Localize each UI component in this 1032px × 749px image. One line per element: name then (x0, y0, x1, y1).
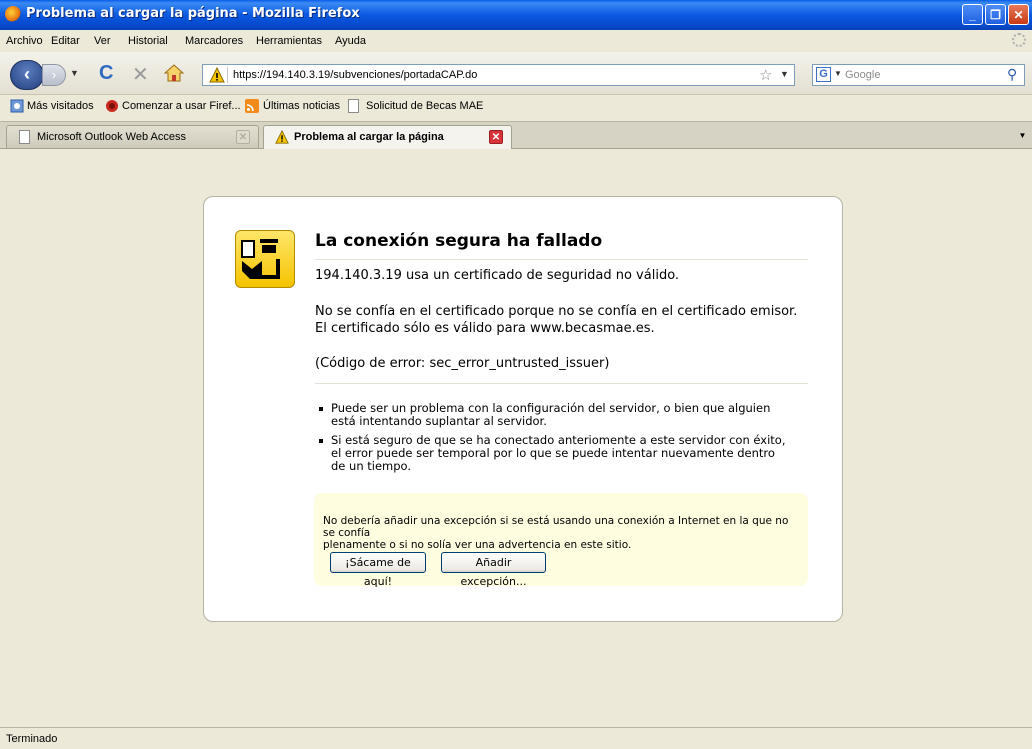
status-text: Terminado (6, 733, 58, 745)
tab-problem-loading[interactable]: Problema al cargar la página ✕ (263, 125, 512, 149)
rss-feed-icon (245, 99, 259, 113)
google-engine-icon[interactable]: G (816, 67, 831, 82)
url-text[interactable]: https://194.140.3.19/subvenciones/portad… (233, 69, 477, 81)
close-tab-icon[interactable]: ✕ (489, 130, 503, 144)
menu-ver[interactable]: Ver (94, 35, 111, 47)
warning-icon (209, 67, 225, 83)
minimize-button[interactable]: _ (962, 4, 983, 25)
menu-herramientas[interactable]: Herramientas (256, 35, 322, 47)
error-explanations: Puede ser un problema con la configuraci… (317, 402, 786, 473)
tab-label: Microsoft Outlook Web Access (37, 131, 186, 143)
warning-icon (275, 130, 289, 144)
list-item: Puede ser un problema con la configuraci… (317, 402, 786, 428)
search-bar[interactable]: G ▼ Google ⚲ (812, 64, 1025, 86)
history-dropdown-icon[interactable]: ▼ (70, 68, 79, 78)
page-icon (348, 99, 359, 113)
add-exception-button[interactable]: Añadir excepción... (441, 552, 546, 588)
bookmark-latest-news[interactable]: Últimas noticias (263, 100, 340, 112)
url-dropdown-icon[interactable]: ▼ (780, 69, 789, 79)
menu-bar: Archivo Editar Ver Historial Marcadores … (0, 30, 1032, 52)
error-summary: 194.140.3.19 usa un certificado de segur… (315, 268, 680, 283)
security-guard-icon (235, 230, 295, 288)
close-window-button[interactable]: ✕ (1008, 4, 1029, 25)
exception-advisory: No debería añadir una excepción si se es… (314, 493, 808, 588)
bookmarks-toolbar: Más visitados Comenzar a usar Firef... Ú… (0, 95, 1032, 119)
bookmark-becas-mae[interactable]: Solicitud de Becas MAE (366, 100, 483, 112)
stop-icon[interactable]: ✕ (132, 62, 149, 87)
error-code: (Código de error: sec_error_untrusted_is… (315, 356, 610, 371)
home-icon[interactable] (164, 64, 184, 82)
section-divider (315, 383, 808, 384)
tab-strip: Microsoft Outlook Web Access ✕ Problema … (0, 121, 1032, 149)
engine-dropdown-icon[interactable]: ▼ (834, 69, 842, 78)
reload-icon[interactable]: C (99, 62, 113, 85)
page-content: La conexión segura ha fallado 194.140.3.… (0, 149, 1032, 727)
menu-historial[interactable]: Historial (128, 35, 168, 47)
title-divider (315, 259, 808, 260)
menu-marcadores[interactable]: Marcadores (185, 35, 243, 47)
search-magnifier-icon[interactable]: ⚲ (1007, 66, 1017, 83)
advisory-text: No debería añadir una excepción si se es… (323, 515, 789, 551)
list-all-tabs-icon[interactable]: ▼ (1015, 125, 1030, 147)
most-visited-icon (10, 99, 24, 113)
window-titlebar[interactable]: Problema al cargar la página - Mozilla F… (0, 0, 1032, 30)
list-item: Si está seguro de que se ha conectado an… (317, 434, 786, 473)
firefox-getting-started-icon (106, 100, 118, 112)
search-input[interactable]: Google (845, 69, 880, 81)
page-icon (19, 130, 30, 144)
bookmark-most-visited[interactable]: Más visitados (27, 100, 94, 112)
get-me-out-button[interactable]: ¡Sácame de aquí! (330, 552, 426, 588)
maximize-button[interactable]: ❐ (985, 4, 1006, 25)
close-tab-icon[interactable]: ✕ (236, 130, 250, 144)
back-button[interactable]: ‹ (10, 60, 44, 90)
activity-throbber-icon (1012, 33, 1026, 47)
navigation-toolbar: ‹ › ▼ C ✕ https://194.140.3.19/subvencio… (0, 52, 1032, 95)
tab-outlook[interactable]: Microsoft Outlook Web Access ✕ (6, 125, 259, 148)
error-card: La conexión segura ha fallado 194.140.3.… (203, 196, 843, 622)
menu-ayuda[interactable]: Ayuda (335, 35, 366, 47)
status-bar: Terminado (0, 727, 1032, 749)
forward-button[interactable]: › (42, 64, 66, 86)
error-detail-1: No se confía en el certificado porque no… (315, 304, 798, 319)
menu-editar[interactable]: Editar (51, 35, 80, 47)
window-title: Problema al cargar la página - Mozilla F… (26, 6, 360, 21)
url-bar[interactable]: https://194.140.3.19/subvenciones/portad… (202, 64, 795, 86)
error-detail-2: El certificado sólo es válido para www.b… (315, 321, 655, 336)
menu-archivo[interactable]: Archivo (6, 35, 43, 47)
url-separator (227, 67, 228, 83)
bookmark-getting-started[interactable]: Comenzar a usar Firef... (122, 100, 241, 112)
bookmark-star-icon[interactable]: ☆ (759, 66, 772, 84)
error-title: La conexión segura ha fallado (315, 231, 603, 251)
firefox-logo-icon (5, 6, 21, 22)
tab-label: Problema al cargar la página (294, 131, 444, 143)
